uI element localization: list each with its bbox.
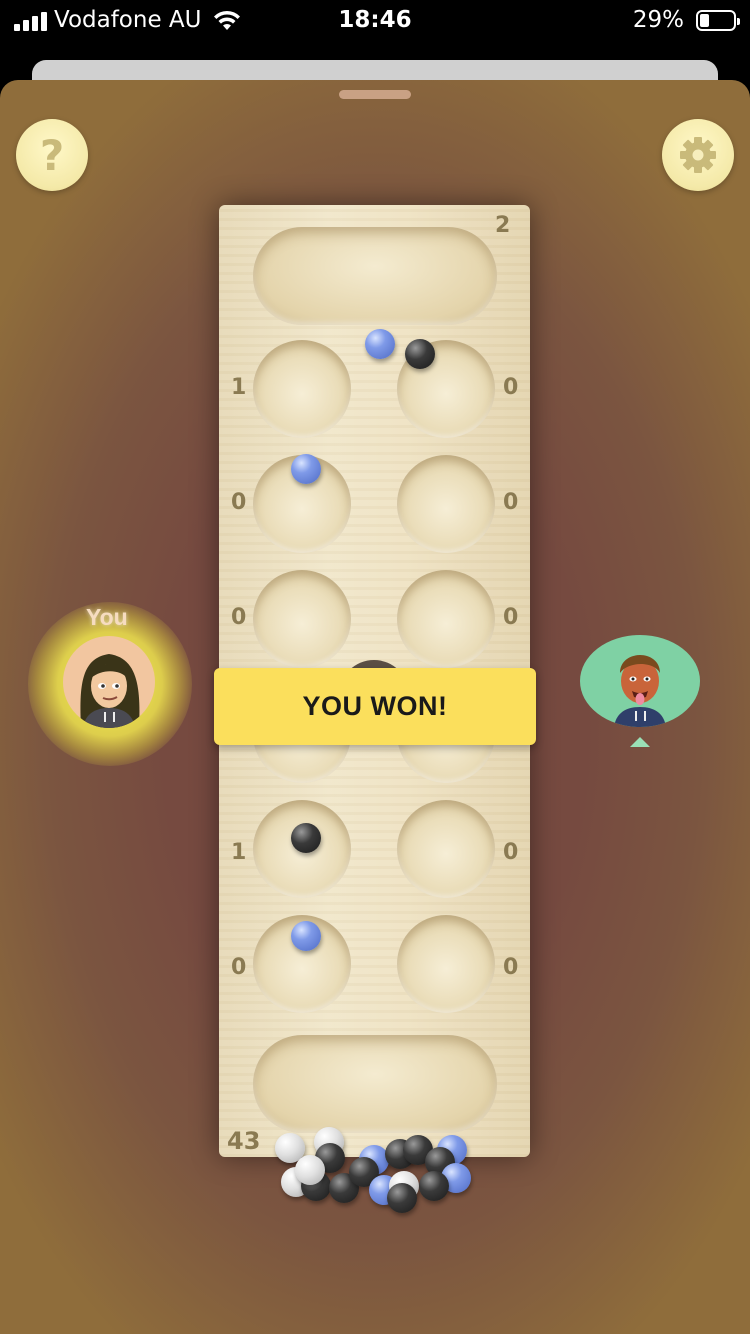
pit-right-1-count: 0	[503, 375, 519, 400]
pit-left-1[interactable]	[253, 340, 351, 438]
status-bar: Vodafone AU 18:46 29%	[0, 0, 750, 44]
opponent-avatar-face	[614, 655, 666, 727]
pit-right-6-count: 0	[503, 955, 519, 980]
opponent-store	[253, 227, 497, 325]
pit-right-2-count: 0	[503, 490, 519, 515]
battery-icon	[696, 10, 740, 31]
game-sheet: ? 2 1 0 0 1 0 0 0 0 0 0 43 YOU WON! You	[0, 80, 750, 1334]
pit-right-6[interactable]	[397, 915, 495, 1013]
stone	[405, 339, 435, 369]
pit-right-3[interactable]	[397, 570, 495, 668]
pit-left-5-count: 1	[231, 840, 247, 865]
gear-icon	[680, 137, 716, 173]
pit-left-3[interactable]	[253, 570, 351, 668]
opponent-avatar[interactable]	[580, 635, 700, 727]
battery-percent: 29%	[632, 7, 684, 33]
pit-right-3-count: 0	[503, 605, 519, 630]
result-banner: YOU WON!	[214, 668, 536, 745]
stone	[295, 1155, 325, 1185]
player-store	[253, 1035, 497, 1133]
settings-button[interactable]	[662, 119, 734, 191]
stone	[291, 823, 321, 853]
pit-right-5-count: 0	[503, 840, 519, 865]
pit-left-1-count: 1	[231, 375, 247, 400]
stone	[291, 454, 321, 484]
stone	[387, 1183, 417, 1213]
result-text: YOU WON!	[302, 691, 448, 721]
pit-right-2[interactable]	[397, 455, 495, 553]
pit-right-5[interactable]	[397, 800, 495, 898]
sheet-grabber-handle[interactable]	[339, 90, 411, 99]
pit-left-6-count: 0	[231, 955, 247, 980]
help-button[interactable]: ?	[16, 119, 88, 191]
pit-left-3-count: 0	[231, 605, 247, 630]
player-store-count: 43	[227, 1127, 261, 1155]
player-label: You	[86, 604, 128, 630]
stone	[291, 921, 321, 951]
player-avatar-face	[80, 654, 140, 728]
stone	[365, 329, 395, 359]
opponent-store-count: 2	[495, 213, 511, 238]
pit-left-2-count: 0	[231, 490, 247, 515]
turn-indicator-arrow	[630, 737, 650, 747]
player-avatar[interactable]	[63, 636, 155, 728]
question-mark-icon: ?	[39, 130, 65, 180]
stone	[419, 1171, 449, 1201]
